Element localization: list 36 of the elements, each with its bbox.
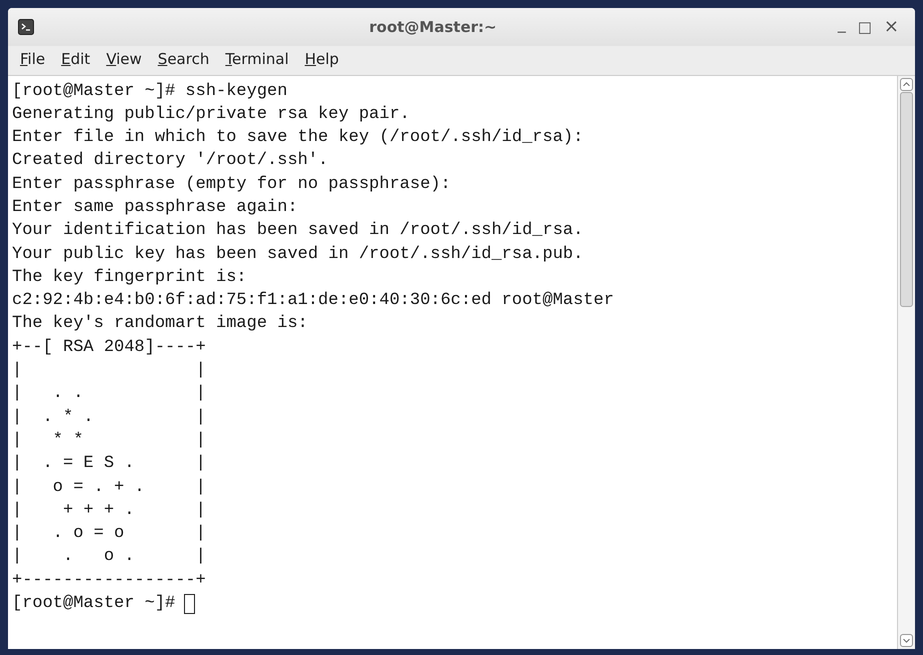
scroll-up-icon[interactable] [900, 78, 913, 90]
close-button[interactable]: × [878, 18, 905, 36]
terminal-line: Created directory '/root/.ssh'. [12, 150, 328, 172]
terminal-line: | . = E S . | [12, 453, 206, 476]
menu-item[interactable]: Edit [55, 48, 96, 70]
menu-item[interactable]: Terminal [219, 48, 295, 70]
terminal-line: | + + + . | [12, 500, 206, 522]
terminal-line: | . * . | [12, 406, 206, 429]
terminal-line: | | [12, 360, 206, 382]
maximize-button[interactable]: □ [852, 18, 878, 36]
terminal-line: The key fingerprint is: [12, 266, 247, 289]
menu-item[interactable]: File [14, 48, 52, 70]
window-title: root@Master:~ [368, 16, 498, 38]
terminal-line: | * * | [12, 430, 206, 452]
terminal-line: +-----------------+ [12, 570, 206, 592]
terminal-line: | . o = o | [12, 523, 206, 546]
terminal-line: Enter file in which to save the key (/root/.ssh/id_rsa): [12, 127, 584, 150]
terminal-line: [root@Master ~]# ssh-keygen [12, 80, 288, 102]
terminal-icon [18, 19, 34, 35]
terminal-line: | . . | [12, 383, 206, 406]
terminal-line: Enter passphrase (empty for no passphrase): [12, 174, 451, 196]
terminal-line: Your public key has been saved in /root/.ssh/id_rsa.pub. [12, 244, 584, 266]
menu-item[interactable]: Search [152, 48, 216, 70]
terminal-line: c2:92:4b:e4:b0:6f:ad:75:f1:a1:de:e0:40:30:6c:ed root@Master [12, 290, 614, 312]
terminal-line: Generating public/private rsa key pair. [12, 104, 410, 126]
terminal-line: | o = . + . | [12, 476, 206, 499]
terminal-line: Your identification has been saved in /root/.ssh/id_rsa. [12, 220, 584, 242]
minimize-button[interactable]: _ [832, 15, 852, 33]
menu-item[interactable]: View [100, 48, 148, 70]
menu-item[interactable]: Help [298, 48, 345, 70]
scroll-down-icon[interactable] [900, 634, 913, 647]
shell-prompt: [root@Master ~]# [12, 593, 176, 616]
terminal-line: Enter same passphrase again: [12, 196, 298, 219]
terminal-line: | . o . | [12, 546, 206, 568]
terminal-line: The key's randomart image is: [12, 313, 308, 336]
terminal-line: +--[ RSA 2048]----+ [12, 336, 206, 359]
